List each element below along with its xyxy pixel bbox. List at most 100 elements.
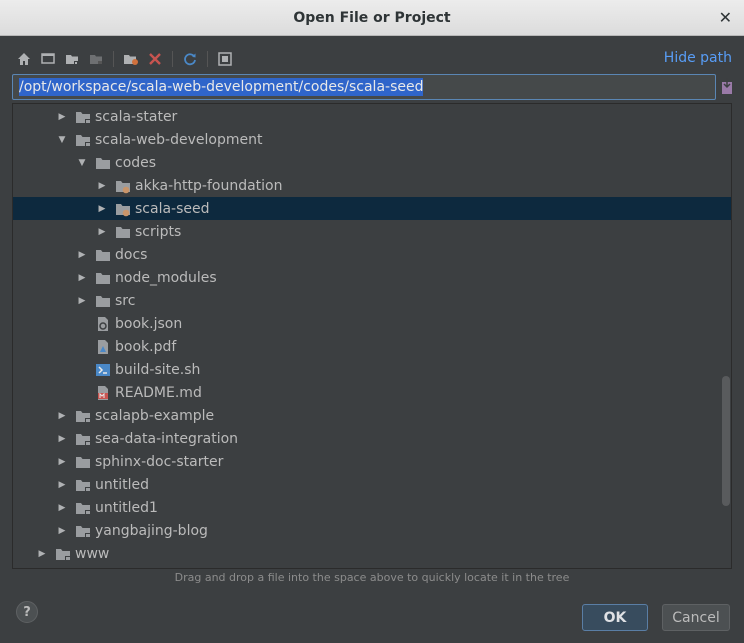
folder-icon <box>115 224 131 240</box>
tree-row-label: untitled <box>95 476 150 493</box>
delete-icon[interactable] <box>145 49 165 69</box>
new-folder-icon[interactable] <box>121 49 141 69</box>
tree-row-label: sphinx-doc-starter <box>95 453 224 470</box>
expand-arrow-icon[interactable]: ▶ <box>57 480 67 490</box>
help-button[interactable]: ? <box>16 601 38 623</box>
cancel-button[interactable]: Cancel <box>662 604 730 631</box>
expand-arrow-icon[interactable]: ▶ <box>77 273 87 283</box>
tree-row[interactable]: ▶ scala-stater <box>13 105 731 128</box>
json-file-icon <box>95 316 111 332</box>
folder-module-icon <box>75 500 91 516</box>
window-title: Open File or Project <box>293 9 451 26</box>
tree-row[interactable]: build-site.sh <box>13 358 731 381</box>
tree-row[interactable]: ▶ yangbajing-blog <box>13 519 731 542</box>
path-input[interactable]: /opt/workspace/scala-web-development/cod… <box>12 74 716 100</box>
expand-arrow-icon[interactable]: ▶ <box>77 250 87 260</box>
expand-arrow-icon[interactable]: ▶ <box>57 112 67 122</box>
tree-row[interactable]: ▶ sphinx-doc-starter <box>13 450 731 473</box>
expand-arrow-icon[interactable]: ▶ <box>97 204 107 214</box>
shell-file-icon <box>95 362 111 378</box>
tree-row-label: book.json <box>115 315 183 332</box>
drag-drop-hint: Drag and drop a file into the space abov… <box>174 571 570 584</box>
tree-row-label: build-site.sh <box>115 361 201 378</box>
tree-row[interactable]: ▼ codes <box>13 151 731 174</box>
tree-row[interactable]: ▶ untitled1 <box>13 496 731 519</box>
tree-row[interactable]: README.md <box>13 381 731 404</box>
tree-row[interactable]: ▶ akka-http-foundation <box>13 174 731 197</box>
tree-row[interactable]: ▶ src <box>13 289 731 312</box>
toolbar <box>14 48 235 70</box>
collapse-arrow-icon[interactable]: ▼ <box>57 135 67 145</box>
folder-module-icon <box>75 523 91 539</box>
folder-module-icon <box>75 132 91 148</box>
folder-icon[interactable] <box>62 49 82 69</box>
tree-row-label: codes <box>115 154 157 171</box>
tree-scrollbar[interactable] <box>722 376 730 506</box>
tree-row-label: akka-http-foundation <box>135 177 283 194</box>
expand-arrow-icon[interactable]: ▶ <box>57 434 67 444</box>
path-history-icon[interactable] <box>720 78 734 96</box>
tree-row[interactable]: ▶ scripts <box>13 220 731 243</box>
path-input-text: /opt/workspace/scala-web-development/cod… <box>19 78 424 96</box>
file-tree[interactable]: ▶ scala-stater ▼ scala-web-development ▼ code… <box>12 103 732 569</box>
tree-row[interactable]: ▼ scala-web-development <box>13 128 731 151</box>
folder-icon <box>95 270 111 286</box>
tree-row[interactable]: ▶ sea-data-integration <box>13 427 731 450</box>
tree-row[interactable]: ▶ docs <box>13 243 731 266</box>
refresh-icon[interactable] <box>180 49 200 69</box>
markdown-file-icon <box>95 385 111 401</box>
folder-module-icon <box>75 109 91 125</box>
folder-icon <box>95 247 111 263</box>
folder-sbt-icon <box>115 201 131 217</box>
toolbar-separator <box>113 51 114 67</box>
tree-row-label: node_modules <box>115 269 217 286</box>
collapse-arrow-icon[interactable]: ▼ <box>77 158 87 168</box>
tree-row-label: README.md <box>115 384 202 401</box>
folder-sbt-icon <box>115 178 131 194</box>
tree-row[interactable]: book.pdf <box>13 335 731 358</box>
tree-row-label: scala-stater <box>95 108 178 125</box>
hide-path-link[interactable]: Hide path <box>664 50 732 66</box>
expand-arrow-icon[interactable]: ▶ <box>57 503 67 513</box>
tree-row[interactable]: ▶ scalapb-example <box>13 404 731 427</box>
expand-arrow-icon[interactable]: ▶ <box>57 526 67 536</box>
tree-row[interactable]: ▶ scala-seed <box>13 197 731 220</box>
home-icon[interactable] <box>14 49 34 69</box>
expand-arrow-icon[interactable]: ▶ <box>57 457 67 467</box>
tree-row-label: book.pdf <box>115 338 177 355</box>
folder-module-icon <box>75 408 91 424</box>
folder-module-icon <box>75 477 91 493</box>
tree-row-label: scripts <box>135 223 182 240</box>
close-icon[interactable]: ✕ <box>719 8 732 27</box>
tree-row-label: scala-web-development <box>95 131 263 148</box>
show-hidden-icon[interactable] <box>215 49 235 69</box>
title-bar: Open File or Project ✕ <box>0 0 744 36</box>
tree-row-label: www <box>75 545 110 562</box>
tree-row-label: yangbajing-blog <box>95 522 208 539</box>
ok-button[interactable]: OK <box>582 604 648 631</box>
tree-row-label: docs <box>115 246 148 263</box>
tree-row[interactable]: ▶ untitled <box>13 473 731 496</box>
pdf-file-icon <box>95 339 111 355</box>
tree-row[interactable]: book.json <box>13 312 731 335</box>
desktop-icon[interactable] <box>38 49 58 69</box>
folder-icon <box>75 454 91 470</box>
toolbar-separator <box>207 51 208 67</box>
expand-arrow-icon[interactable]: ▶ <box>57 411 67 421</box>
tree-row[interactable]: ▶ node_modules <box>13 266 731 289</box>
expand-arrow-icon[interactable]: ▶ <box>97 181 107 191</box>
expand-arrow-icon[interactable]: ▶ <box>97 227 107 237</box>
tree-row-label: scala-seed <box>135 200 210 217</box>
folder-icon <box>95 293 111 309</box>
tree-row-label: sea-data-integration <box>95 430 239 447</box>
expand-arrow-icon[interactable]: ▶ <box>77 296 87 306</box>
tree-row[interactable]: ▶ www <box>13 542 731 565</box>
toolbar-separator <box>172 51 173 67</box>
tree-row-label: untitled1 <box>95 499 158 516</box>
folder-icon <box>95 155 111 171</box>
expand-arrow-icon[interactable]: ▶ <box>37 549 47 559</box>
project-folder-icon[interactable] <box>86 49 106 69</box>
